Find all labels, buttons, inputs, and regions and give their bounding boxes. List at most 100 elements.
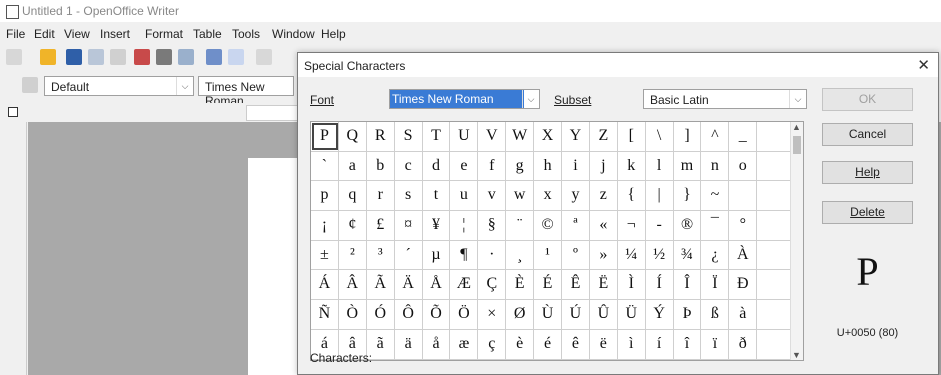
menu-edit[interactable]: Edit: [34, 27, 55, 41]
character-cell[interactable]: ½: [646, 240, 674, 270]
character-cell[interactable]: ¨: [506, 211, 535, 240]
character-cell[interactable]: ¡: [311, 211, 339, 240]
character-cell[interactable]: j: [590, 151, 618, 181]
scroll-thumb[interactable]: [793, 136, 801, 154]
character-cell[interactable]: Ü: [618, 300, 646, 329]
character-cell[interactable]: k: [618, 151, 646, 181]
menu-format[interactable]: Format: [145, 27, 183, 41]
character-cell[interactable]: Z: [590, 122, 618, 151]
character-cell[interactable]: \: [646, 122, 674, 151]
character-cell[interactable]: U: [450, 122, 479, 151]
grid-scrollbar[interactable]: ▲ ▼: [790, 122, 803, 360]
character-cell[interactable]: ê: [562, 329, 590, 359]
character-cell[interactable]: ¶: [450, 240, 479, 270]
character-cell[interactable]: µ: [423, 240, 451, 270]
menu-insert[interactable]: Insert: [100, 27, 130, 41]
character-cell[interactable]: g: [506, 151, 535, 181]
styles-icon[interactable]: [22, 77, 38, 93]
character-cell[interactable]: ¾: [674, 240, 702, 270]
close-icon[interactable]: ✕: [917, 56, 930, 74]
menu-tools[interactable]: Tools: [232, 27, 260, 41]
character-cell[interactable]: ³: [367, 240, 395, 270]
character-cell[interactable]: [729, 181, 758, 211]
character-cell[interactable]: ß: [701, 300, 730, 329]
character-cell[interactable]: Ô: [395, 300, 423, 329]
character-cell[interactable]: T: [423, 122, 451, 151]
character-cell[interactable]: Ã: [367, 270, 395, 300]
character-cell[interactable]: Ï: [701, 270, 730, 300]
help-button[interactable]: Help: [822, 161, 913, 184]
font-select[interactable]: Times New Roman ⌵: [389, 89, 540, 109]
paragraph-style-select[interactable]: Default ⌵: [44, 76, 194, 96]
menu-window[interactable]: Window: [272, 27, 315, 41]
character-cell[interactable]: Ú: [562, 300, 590, 329]
character-cell[interactable]: Ò: [339, 300, 367, 329]
character-cell[interactable]: Å: [423, 270, 451, 300]
character-cell[interactable]: y: [562, 181, 590, 211]
character-cell[interactable]: x: [534, 181, 563, 211]
spellcheck-icon[interactable]: [206, 49, 222, 65]
character-cell[interactable]: Î: [674, 270, 702, 300]
character-cell[interactable]: ç: [478, 329, 507, 359]
character-cell[interactable]: È: [506, 270, 535, 300]
character-cell[interactable]: Ø: [506, 300, 535, 329]
character-cell[interactable]: Í: [646, 270, 674, 300]
print-preview-icon[interactable]: [178, 49, 194, 65]
character-cell[interactable]: u: [450, 181, 479, 211]
character-cell[interactable]: Ù: [534, 300, 563, 329]
character-cell[interactable]: ¦: [450, 211, 479, 240]
character-cell[interactable]: é: [534, 329, 563, 359]
character-cell[interactable]: z: [590, 181, 618, 211]
character-cell[interactable]: l: [646, 151, 674, 181]
character-cell[interactable]: X: [534, 122, 563, 151]
new-document-icon[interactable]: [6, 49, 22, 65]
character-cell[interactable]: ª: [562, 211, 590, 240]
print-icon[interactable]: [156, 49, 172, 65]
email-icon[interactable]: [88, 49, 104, 65]
character-cell[interactable]: S: [395, 122, 423, 151]
character-cell[interactable]: À: [729, 240, 758, 270]
character-cell[interactable]: ¯: [701, 211, 730, 240]
character-cell[interactable]: ·: [478, 240, 507, 270]
character-cell[interactable]: Ý: [646, 300, 674, 329]
character-cell[interactable]: í: [646, 329, 674, 359]
character-cell[interactable]: a: [339, 151, 367, 181]
character-cell[interactable]: f: [478, 151, 507, 181]
character-cell[interactable]: h: [534, 151, 563, 181]
character-cell[interactable]: W: [506, 122, 535, 151]
character-cell[interactable]: ¬: [618, 211, 646, 240]
character-cell[interactable]: ¸: [506, 240, 535, 270]
character-cell[interactable]: e: [450, 151, 479, 181]
character-cell[interactable]: r: [367, 181, 395, 211]
character-cell[interactable]: î: [674, 329, 702, 359]
menu-view[interactable]: View: [64, 27, 90, 41]
character-cell[interactable]: Ñ: [311, 300, 339, 329]
menu-file[interactable]: File: [6, 27, 25, 41]
character-cell[interactable]: è: [506, 329, 535, 359]
character-cell[interactable]: É: [534, 270, 563, 300]
character-cell[interactable]: Ó: [367, 300, 395, 329]
character-cell[interactable]: £: [367, 211, 395, 240]
character-cell[interactable]: ²: [339, 240, 367, 270]
character-cell[interactable]: ^: [701, 122, 730, 151]
character-cell[interactable]: v: [478, 181, 507, 211]
character-cell[interactable]: ¼: [618, 240, 646, 270]
character-cell[interactable]: {: [618, 181, 646, 211]
character-cell[interactable]: Q: [339, 122, 367, 151]
character-cell[interactable]: Æ: [450, 270, 479, 300]
character-cell[interactable]: ±: [311, 240, 339, 270]
character-cell[interactable]: ð: [729, 329, 758, 359]
autospellcheck-icon[interactable]: [228, 49, 244, 65]
character-cell[interactable]: °: [729, 211, 758, 240]
character-cell[interactable]: ¹: [534, 240, 563, 270]
character-cell[interactable]: n: [701, 151, 730, 181]
character-cell[interactable]: |: [646, 181, 674, 211]
character-cell[interactable]: _: [729, 122, 758, 151]
character-cell[interactable]: ®: [674, 211, 702, 240]
save-icon[interactable]: [66, 49, 82, 65]
character-cell[interactable]: à: [729, 300, 758, 329]
character-cell[interactable]: Y: [562, 122, 590, 151]
character-cell[interactable]: ì: [618, 329, 646, 359]
character-cell[interactable]: Õ: [423, 300, 451, 329]
character-cell[interactable]: }: [674, 181, 702, 211]
